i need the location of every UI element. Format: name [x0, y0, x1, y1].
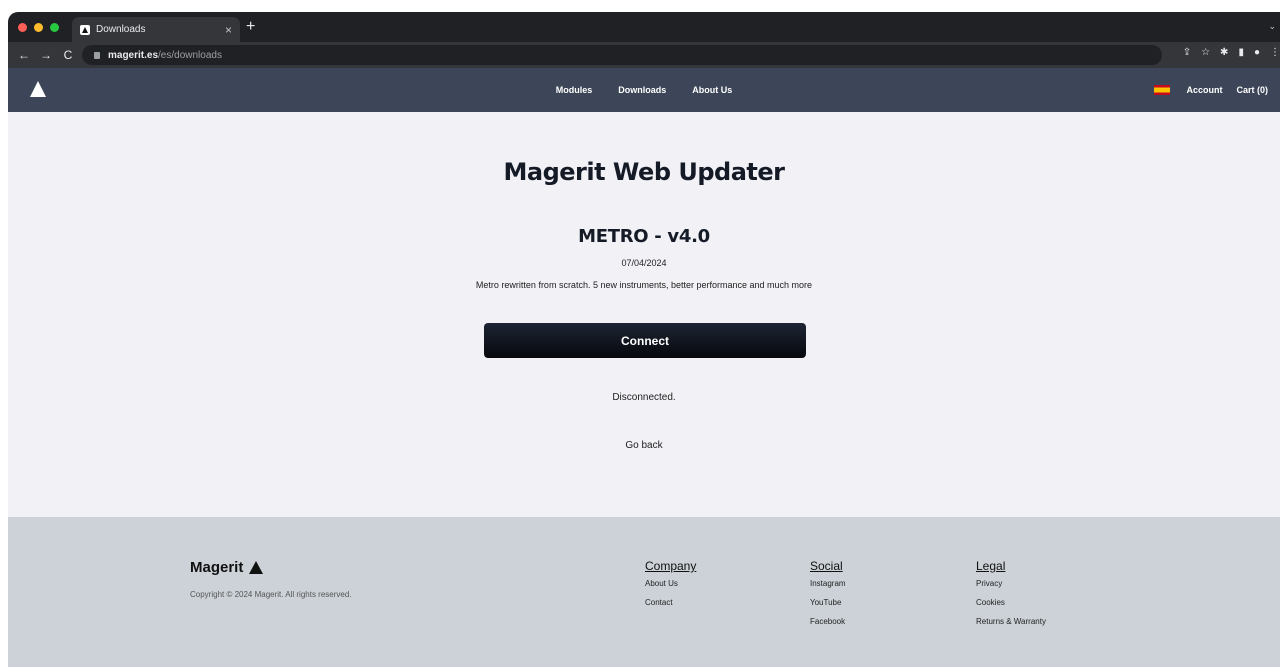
footer-heading-social: Social	[810, 559, 843, 573]
window-controls	[18, 23, 59, 32]
main-nav: Modules Downloads About Us	[8, 68, 1280, 112]
footer-link-instagram[interactable]: Instagram	[810, 579, 846, 588]
go-back-link[interactable]: Go back	[8, 440, 1280, 451]
share-icon[interactable]: ⇪	[1183, 47, 1191, 58]
footer-heading-legal: Legal	[976, 559, 1006, 573]
connect-button[interactable]: Connect	[484, 323, 806, 358]
menu-icon[interactable]: ⋮	[1270, 47, 1280, 58]
footer-column-social: Social Instagram YouTube Facebook	[810, 559, 846, 636]
maximize-window-button[interactable]	[50, 23, 59, 32]
footer-brand-name: Magerit	[190, 559, 244, 576]
favicon-icon	[80, 24, 90, 35]
footer-link-facebook[interactable]: Facebook	[810, 617, 846, 626]
magerit-logo-icon	[249, 561, 264, 574]
footer-link-privacy[interactable]: Privacy	[976, 579, 1046, 588]
firmware-date: 07/04/2024	[621, 258, 667, 268]
lock-icon	[94, 51, 100, 59]
nav-downloads[interactable]: Downloads	[618, 85, 666, 95]
url-path: /es/downloads	[158, 49, 222, 61]
footer-link-about-us[interactable]: About Us	[645, 579, 696, 588]
nav-modules[interactable]: Modules	[556, 85, 593, 95]
cart-link[interactable]: Cart (0)	[1236, 85, 1268, 95]
footer-column-company: Company About Us Contact	[645, 559, 696, 617]
firmware-description: Metro rewritten from scratch. 5 new inst…	[475, 280, 813, 290]
close-window-button[interactable]	[18, 23, 27, 32]
connection-status: Disconnected.	[612, 392, 676, 403]
tab-close-icon[interactable]: ×	[225, 23, 232, 37]
site-header: Modules Downloads About Us Account Cart …	[8, 68, 1280, 112]
browser-tab[interactable]: Downloads ×	[72, 17, 240, 42]
nav-about-us[interactable]: About Us	[692, 85, 732, 95]
footer-brand: Magerit	[190, 559, 264, 576]
tab-title: Downloads	[96, 24, 146, 35]
copyright: Copyright © 2024 Magerit. All rights res…	[190, 590, 352, 599]
reload-icon[interactable]: C	[60, 48, 76, 62]
minimize-window-button[interactable]	[34, 23, 43, 32]
header-right: Account Cart (0)	[1154, 68, 1268, 112]
footer-link-youtube[interactable]: YouTube	[810, 598, 846, 607]
site-footer: Magerit Copyright © 2024 Magerit. All ri…	[8, 517, 1280, 667]
account-link[interactable]: Account	[1186, 85, 1222, 95]
back-arrow-icon[interactable]: ←	[16, 48, 32, 62]
profile-icon[interactable]: ●	[1254, 47, 1260, 58]
toolbar-icons: ⇪ ☆ ✱ ▮ ● ⋮	[1183, 47, 1280, 58]
tab-strip: Downloads × + ⌄	[8, 12, 1280, 42]
url-domain: magerit.es	[108, 49, 159, 61]
footer-column-legal: Legal Privacy Cookies Returns & Warranty	[976, 559, 1046, 636]
browser-toolbar: ← → C magerit.es /es/downloads ⇪ ☆ ✱ ▮ ●…	[8, 42, 1280, 68]
address-bar[interactable]: magerit.es /es/downloads	[82, 45, 1162, 65]
browser-window: Downloads × + ⌄ ← → C magerit.es /es/dow…	[8, 12, 1280, 667]
bookmark-star-icon[interactable]: ☆	[1201, 47, 1210, 58]
main-content: Magerit Web Updater METRO - v4.0 07/04/2…	[8, 112, 1280, 517]
extensions-icon[interactable]: ✱	[1220, 47, 1228, 58]
footer-heading-company: Company	[645, 559, 697, 573]
footer-link-returns-warranty[interactable]: Returns & Warranty	[976, 617, 1046, 626]
new-tab-button[interactable]: +	[246, 18, 255, 36]
footer-link-cookies[interactable]: Cookies	[976, 598, 1046, 607]
footer-link-contact[interactable]: Contact	[645, 598, 696, 607]
page-title: Magerit Web Updater	[503, 158, 785, 186]
spanish-flag-icon[interactable]	[1154, 85, 1171, 95]
tab-search-chevron-icon[interactable]: ⌄	[1268, 21, 1276, 32]
firmware-title: METRO - v4.0	[578, 226, 710, 247]
forward-arrow-icon[interactable]: →	[38, 48, 54, 62]
sidepanel-icon[interactable]: ▮	[1238, 47, 1244, 58]
